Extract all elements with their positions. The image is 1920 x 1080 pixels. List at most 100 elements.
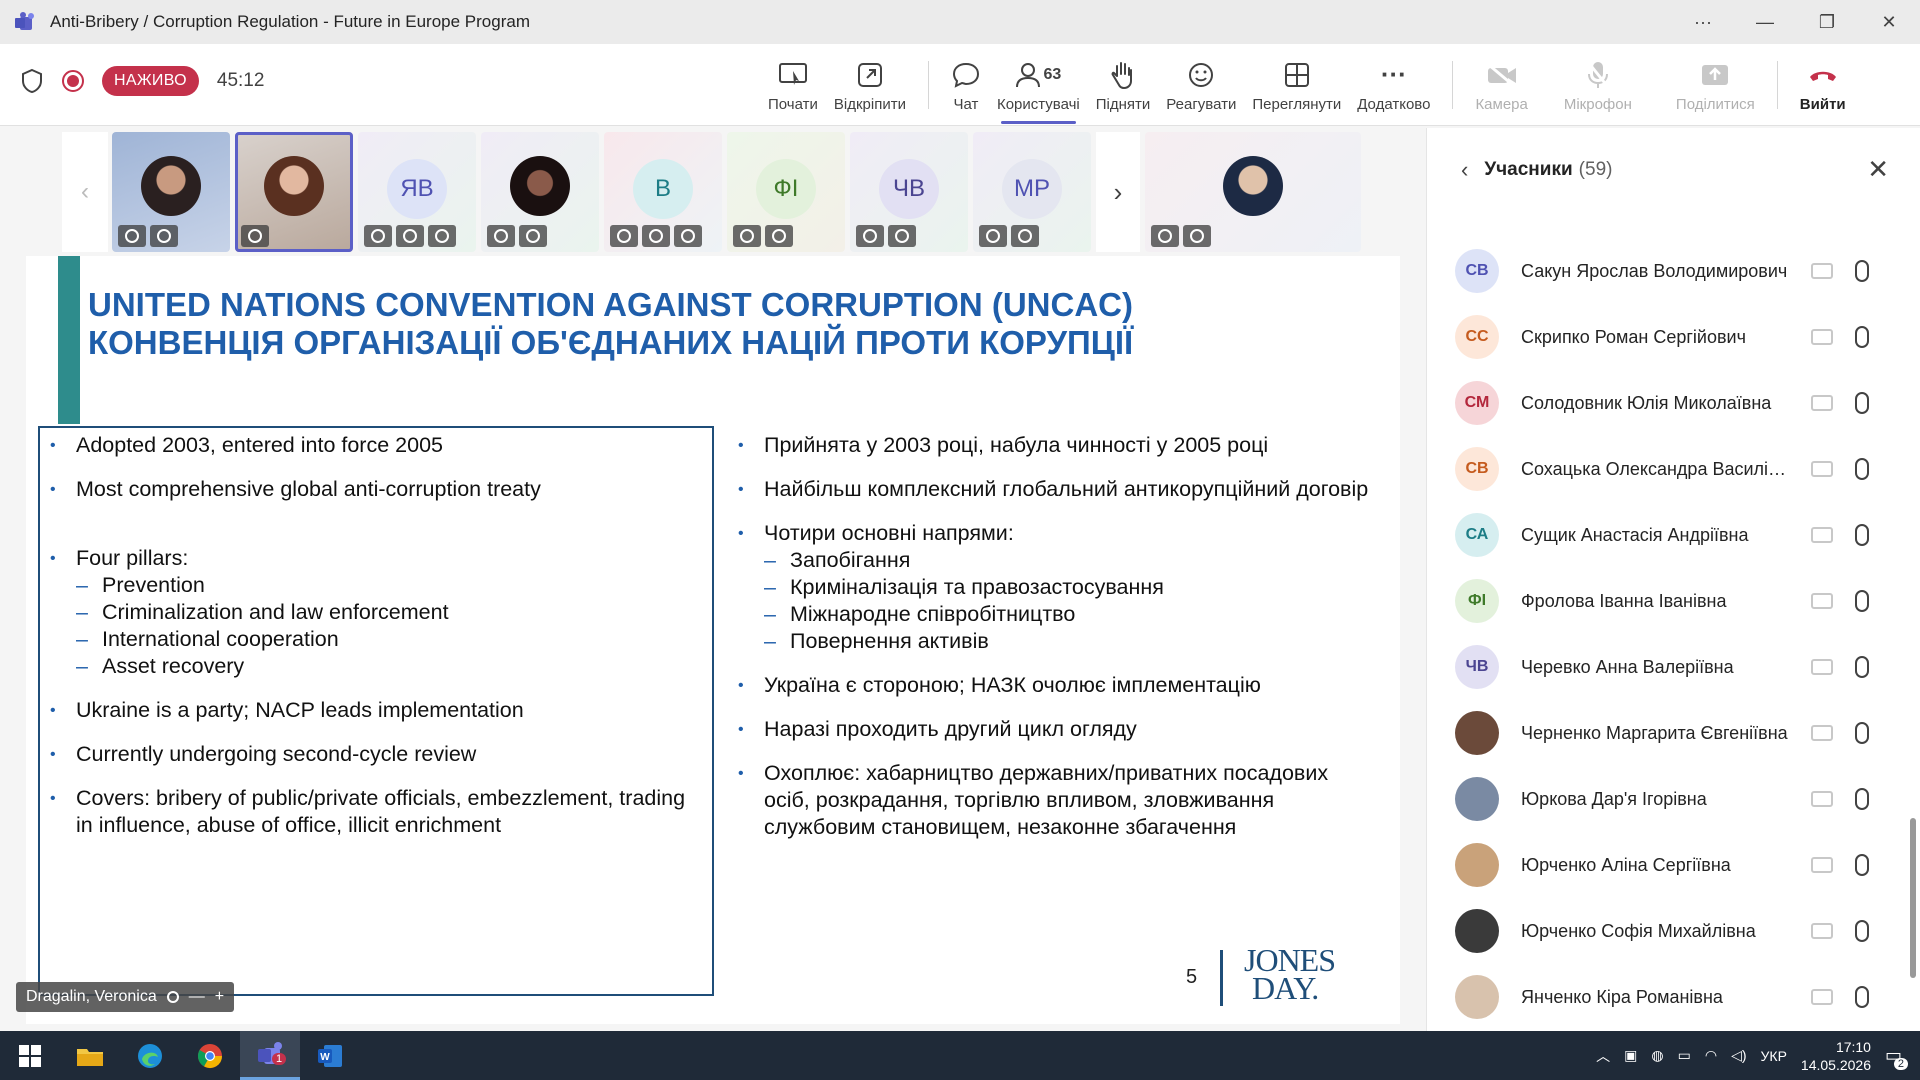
jones-day-logo: JONES DAY. [1244,942,1336,1006]
sub-bullet: Criminalization and law enforcement [102,600,449,624]
participants-panel: ‹ Учасники (59) ✕ СВ Сакун Ярослав Володим… [1426,128,1920,1031]
restore-button[interactable]: ❐ [1796,0,1858,44]
video-tile[interactable]: ЯВ [358,132,476,252]
participant-row[interactable]: СВ Сакун Ярослав Володимирович [1427,238,1920,304]
mic-button[interactable]: Мікрофон [1556,44,1668,126]
mic-icon [1855,326,1869,348]
bullet: Most comprehensive global anti-corruptio… [76,477,541,501]
meeting-toolbar: НАЖИВО 45:12 Почати Відкріпити Чат 63 Ко… [0,44,1920,126]
participant-row[interactable]: Юркова Дар'я Ігорівна [1427,766,1920,832]
view-button[interactable]: Переглянути [1244,44,1349,126]
taskbar-word[interactable]: W [300,1031,360,1080]
mic-off-icon [150,225,178,247]
mic-icon [1855,524,1869,546]
start-button[interactable] [0,1031,60,1080]
speaker-label: Dragalin, Veronica — + [16,982,235,1012]
participant-row[interactable]: Янченко Кіра Романівна [1427,964,1920,1030]
participant-row[interactable]: ФІ Фролова Іванна Іванівна [1427,568,1920,634]
video-tile[interactable] [481,132,599,252]
sub-bullet: Міжнародне співробітництво [790,602,1076,626]
video-tile[interactable]: ЧВ [850,132,968,252]
taskbar-chrome[interactable] [180,1031,240,1080]
bullet: Охоплює: хабарництво державних/приватних… [764,761,1329,839]
hand-icon [166,991,179,1003]
clock[interactable]: 17:10 14.05.2026 [1801,1038,1871,1074]
taskbar-edge[interactable] [120,1031,180,1080]
taskbar-explorer[interactable] [60,1031,120,1080]
participant-row[interactable]: Юрченко Аліна Сергіївна [1427,832,1920,898]
video-tile[interactable] [112,132,230,252]
video-tile[interactable]: В [604,132,722,252]
share-content-button[interactable]: Поділитися [1668,44,1763,126]
video-tile[interactable] [1145,132,1361,252]
camera-off-icon [1811,527,1833,543]
participant-list: СВ Сакун Ярослав Володимирович СС Скрипко Р… [1427,238,1920,1030]
tray-mic-icon[interactable]: ◍ [1651,1047,1663,1064]
avatar [1455,777,1499,821]
popout-button[interactable]: Відкріпити [826,44,914,126]
logo-divider [1220,950,1223,1006]
chat-label: Чат [953,95,979,113]
tray-camera-icon[interactable]: ▣ [1624,1047,1637,1064]
participant-row[interactable]: СС Скрипко Роман Сергійович [1427,304,1920,370]
more-options-icon[interactable]: ··· [1672,0,1734,44]
hang-up-icon [1807,58,1839,92]
mic-off-icon [428,225,456,247]
close-icon[interactable]: ✕ [1867,154,1889,185]
people-count: 63 [1043,65,1062,83]
chat-button[interactable]: Чат [943,44,989,126]
avatar: ЧВ [1455,645,1499,689]
mic-icon [1855,722,1869,744]
folder-icon [77,1048,103,1066]
teams-badge: 1 [272,1053,287,1065]
edge-icon [138,1043,162,1068]
leave-label: Вийти [1799,95,1846,113]
react-button[interactable]: Реагувати [1158,44,1244,126]
leave-button[interactable]: Вийти [1792,44,1854,126]
mic-off-icon [1183,225,1211,247]
wifi-icon[interactable]: ◠ [1705,1047,1717,1064]
teams-logo-icon [14,11,36,33]
avatar [1455,711,1499,755]
speaker-name: Dragalin, Veronica [26,988,157,1005]
sub-bullet: Запобігання [790,548,911,572]
share-button[interactable]: Почати [760,44,826,126]
minimize-button[interactable]: — [1734,0,1796,44]
battery-icon[interactable]: ▭ [1678,1047,1691,1064]
sub-bullet: Повернення активів [790,629,989,653]
people-button[interactable]: 63 Користувачі [989,44,1088,126]
volume-icon[interactable]: ◁) [1731,1047,1746,1064]
strip-prev-button[interactable]: ‹ [62,132,108,252]
video-tile[interactable]: ФІ [727,132,845,252]
more-button[interactable]: ··· Додатково [1349,44,1438,126]
raise-hand-button[interactable]: Підняти [1088,44,1159,126]
bullet: Прийнята у 2003 році, набула чинності у … [764,433,1269,457]
left-column: • Adopted 2003, entered into force 2005 •… [50,433,686,837]
mic-off-icon [765,225,793,247]
participant-name: Черненко Маргарита Євгеніївна [1521,722,1788,743]
participant-row[interactable]: Юрченко Софія Михайлівна [1427,898,1920,964]
shared-slide: UNITED NATIONS CONVENTION AGAINST CORRUP… [26,256,1400,1024]
video-tile[interactable]: МР [973,132,1091,252]
scrollbar[interactable] [1910,818,1916,978]
camera-button[interactable]: Камера [1467,44,1555,126]
notification-icon[interactable]: ▭ 2 [1885,1045,1908,1070]
chevron-up-icon[interactable]: ︿ [1596,1046,1610,1066]
participant-row[interactable]: ЧВ Черевко Анна Валеріївна [1427,634,1920,700]
participant-row[interactable]: СМ Солодовник Юлія Миколаївна [1427,370,1920,436]
strip-next-button[interactable]: › [1096,132,1140,252]
participant-name: Солодовник Юлія Миколаївна [1521,392,1772,413]
minus-icon[interactable]: — [189,988,205,1006]
participant-row[interactable]: Черненко Маргарита Євгеніївна [1427,700,1920,766]
participant-row[interactable]: СВ Сохацька Олександра Василівна [1427,436,1920,502]
participant-row[interactable]: СА Сущик Анастасія Андріївна [1427,502,1920,568]
taskbar-teams[interactable]: 1 [240,1031,300,1080]
language-indicator[interactable]: УКР [1761,1048,1787,1064]
avatar: СС [1455,315,1499,359]
people-icon [1016,62,1041,87]
video-tile-active[interactable] [235,132,353,252]
back-icon[interactable]: ‹ [1461,157,1468,183]
close-button[interactable]: ✕ [1858,0,1920,44]
notification-count: 2 [1893,1058,1908,1070]
plus-icon[interactable]: + [215,988,224,1006]
